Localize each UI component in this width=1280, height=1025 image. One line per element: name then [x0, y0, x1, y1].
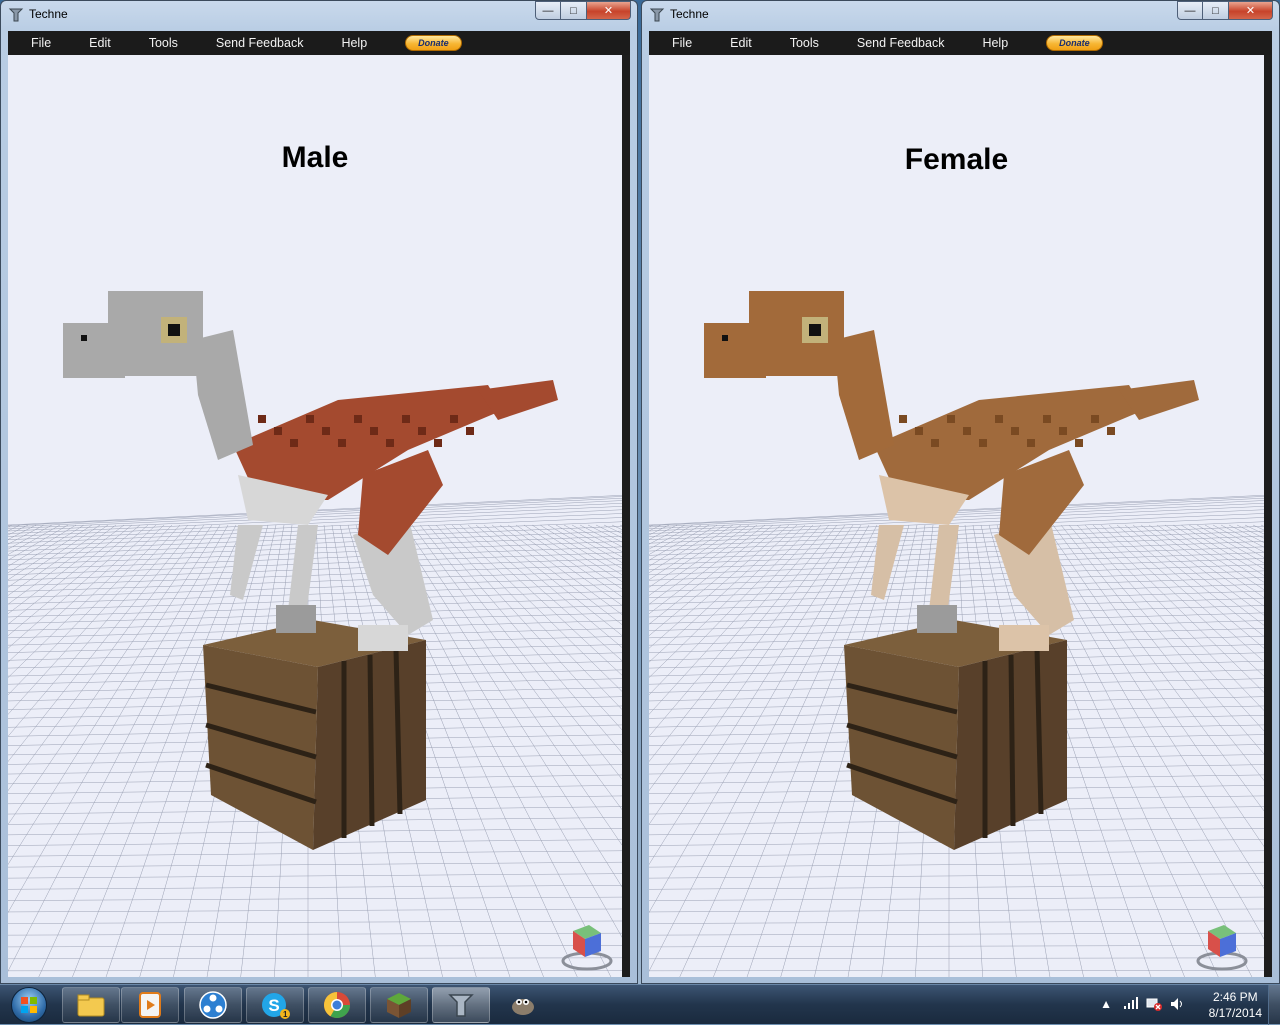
title-bar[interactable]: Techne — □ ✕	[1, 1, 637, 29]
volume-icon[interactable]	[1170, 997, 1184, 1011]
crate-block	[203, 620, 426, 850]
menu-tools[interactable]: Tools	[147, 36, 180, 50]
menu-file[interactable]: File	[29, 36, 53, 50]
taskbar-media-player[interactable]	[121, 987, 179, 1023]
taskbar-skype[interactable]: S 1	[246, 987, 304, 1023]
media-player-icon	[139, 992, 161, 1018]
orientation-cube-icon[interactable]	[559, 921, 615, 973]
minimize-button[interactable]: —	[1177, 1, 1203, 20]
network-warning-icon[interactable]	[1146, 997, 1162, 1011]
taskbar-minecraft[interactable]	[370, 987, 428, 1023]
taskbar: S 1 ▲ 2:46 PM 8/17/2014	[0, 984, 1280, 1025]
menu-edit[interactable]: Edit	[728, 36, 754, 50]
viewport-edge	[1264, 55, 1272, 977]
taskbar-network-app[interactable]	[184, 987, 242, 1023]
orientation-cube-icon[interactable]	[1194, 921, 1250, 973]
menu-help[interactable]: Help	[339, 36, 369, 50]
window-title: Techne	[670, 7, 709, 21]
donate-button[interactable]: Donate	[1046, 35, 1103, 51]
window-client: File Edit Tools Send Feedback Help Donat…	[8, 31, 630, 977]
menu-send-feedback[interactable]: Send Feedback	[855, 36, 947, 50]
taskbar-techne[interactable]	[432, 987, 490, 1023]
clock[interactable]: 2:46 PM 8/17/2014	[1209, 989, 1262, 1021]
maximize-button[interactable]: □	[561, 1, 587, 20]
dinosaur-body	[704, 291, 1199, 651]
menu-file[interactable]: File	[670, 36, 694, 50]
gimp-icon	[512, 999, 534, 1015]
skype-badge: 1	[283, 1010, 288, 1019]
crate-block	[844, 620, 1067, 850]
minimize-button[interactable]: —	[535, 1, 561, 20]
donate-button[interactable]: Donate	[405, 35, 462, 51]
window-title: Techne	[29, 7, 68, 21]
menu-bar: File Edit Tools Send Feedback Help Donat…	[649, 31, 1272, 55]
signal-strength-icon[interactable]	[1124, 997, 1138, 1009]
clock-date: 8/17/2014	[1208, 1006, 1262, 1020]
close-button[interactable]: ✕	[587, 1, 631, 20]
techne-app-icon	[8, 8, 24, 22]
minecraft-block-icon	[387, 993, 411, 1018]
clock-time: 2:46 PM	[1212, 990, 1258, 1004]
techne-window-female[interactable]: Techne — □ ✕ File Edit Tools Send Feedba…	[641, 0, 1280, 984]
techne-icon	[448, 994, 474, 1017]
chrome-icon	[323, 992, 351, 1019]
maximize-button[interactable]: □	[1203, 1, 1229, 20]
folder-icon	[77, 994, 105, 1017]
title-bar[interactable]: Techne — □ ✕	[642, 1, 1279, 29]
3d-viewport[interactable]: Male	[8, 55, 622, 977]
techne-window-male[interactable]: Techne — □ ✕ File Edit Tools Send Feedba…	[0, 0, 638, 984]
taskbar-explorer[interactable]	[62, 987, 120, 1023]
menu-tools[interactable]: Tools	[788, 36, 821, 50]
network-app-icon	[199, 991, 227, 1019]
menu-bar: File Edit Tools Send Feedback Help Donat…	[8, 31, 630, 55]
window-controls: — □ ✕	[535, 1, 631, 21]
close-button[interactable]: ✕	[1229, 1, 1273, 20]
window-client: File Edit Tools Send Feedback Help Donat…	[649, 31, 1272, 977]
desktop: Techne — □ ✕ File Edit Tools Send Feedba…	[0, 0, 1280, 984]
menu-help[interactable]: Help	[980, 36, 1010, 50]
taskbar-chrome[interactable]	[308, 987, 366, 1023]
taskbar-gimp[interactable]	[494, 987, 552, 1023]
window-controls: — □ ✕	[1177, 1, 1273, 21]
dinosaur-model[interactable]	[8, 55, 622, 977]
start-button[interactable]	[2, 985, 56, 1025]
svg-text:S: S	[268, 996, 279, 1015]
show-hidden-icons-icon[interactable]: ▲	[1100, 997, 1112, 1011]
system-tray: ▲ 2:46 PM 8/17/2014	[1090, 985, 1280, 1025]
windows-logo-icon	[11, 987, 47, 1023]
menu-send-feedback[interactable]: Send Feedback	[214, 36, 306, 50]
menu-edit[interactable]: Edit	[87, 36, 113, 50]
show-desktop-button[interactable]	[1268, 985, 1280, 1025]
viewport-edge	[622, 55, 630, 977]
3d-viewport[interactable]: Female	[649, 55, 1264, 977]
dinosaur-model[interactable]	[649, 55, 1264, 977]
techne-app-icon	[649, 8, 665, 22]
dinosaur-body	[63, 291, 558, 651]
